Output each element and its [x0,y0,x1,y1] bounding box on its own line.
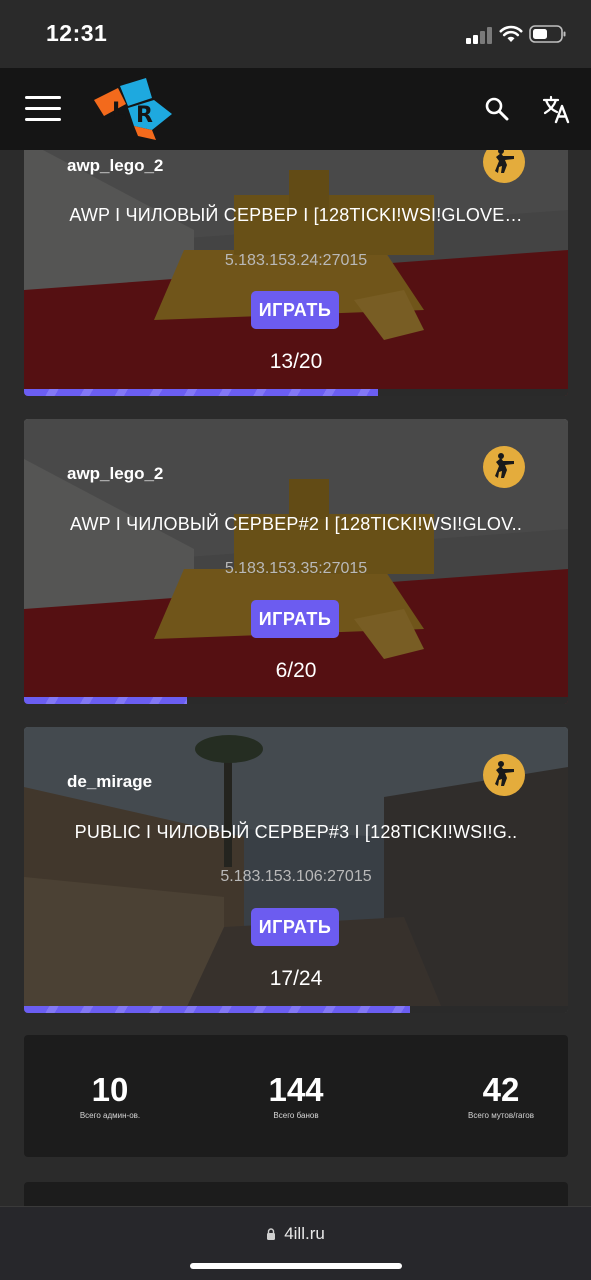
server-ip: 5.183.153.35:27015 [224,560,368,577]
stat-label: Всего админ-ов. [79,1111,141,1120]
status-bar: 12:31 [0,0,591,68]
server-name: PUBLIC I ЧИЛОВЫЙ СЕРВЕР#3 I [128TICKI!WS… [74,822,518,842]
wifi-icon [499,25,523,42]
server-ip: 5.183.153.106:27015 [220,868,372,885]
cs-game-icon [483,754,525,796]
svg-text:R: R [136,103,153,128]
url-text: 4ill.ru [284,1224,325,1243]
play-button[interactable]: ИГРАТЬ [251,600,339,638]
server-ip: 5.183.153.24:27015 [224,252,368,269]
play-button[interactable]: ИГРАТЬ [251,291,339,329]
play-button[interactable]: ИГРАТЬ [251,908,339,946]
stat-value: 10 [91,1071,129,1108]
search-icon[interactable] [484,96,510,122]
svg-text:L: L [112,99,126,124]
site-header: L R [0,68,591,150]
server-name: AWP I ЧИЛОВЫЙ СЕРВЕР I [128TICKI!WSI!GLO… [69,205,523,225]
server-card: de_mirage PUBLIC I ЧИЛОВЫЙ СЕРВЕР#3 I [1… [24,727,568,1013]
lock-icon [267,1228,276,1240]
stat-label: Всего банов [273,1111,319,1120]
stat-mutes: 42 Всего мутов/гагов [421,1071,581,1120]
stats-panel: 10 Всего админ-ов. 144 Всего банов 42 Вс… [24,1035,568,1157]
map-name: de_mirage [67,772,153,791]
player-progress-bar [24,1006,568,1013]
site-logo[interactable]: L R [90,78,174,140]
stat-bans: 144 Всего банов [216,1071,376,1120]
cs-game-icon [483,446,525,488]
url-display[interactable]: 4ill.ru [0,1224,591,1244]
map-name: awp_lego_2 [67,156,164,175]
player-count: 13/20 [269,350,323,373]
player-count: 6/20 [275,659,317,682]
server-card: awp_lego_2 AWP I ЧИЛОВЫЙ СЕРВЕР#2 I [128… [24,419,568,704]
map-name: awp_lego_2 [67,464,164,483]
browser-address-bar[interactable]: 4ill.ru [0,1206,591,1280]
player-progress-bar [24,697,568,704]
player-progress-bar [24,389,568,396]
battery-icon [529,25,566,43]
stat-admins: 10 Всего админ-ов. [30,1071,190,1120]
page: 12:31 L R awp_lego_2 AWP I ЧИЛОВЫЙ СЕРВЕ… [0,0,591,1280]
stat-value: 42 [482,1071,520,1108]
server-name: AWP I ЧИЛОВЫЙ СЕРВЕР#2 I [128TICKI!WSI!G… [69,514,523,534]
menu-icon[interactable] [25,96,61,122]
home-indicator[interactable] [190,1263,402,1269]
status-time: 12:31 [46,20,108,46]
player-count: 17/24 [269,967,323,990]
cellular-signal-icon [466,26,492,44]
stat-value: 144 [268,1071,324,1108]
stat-label: Всего мутов/гагов [468,1111,534,1120]
translate-icon[interactable] [542,94,572,124]
